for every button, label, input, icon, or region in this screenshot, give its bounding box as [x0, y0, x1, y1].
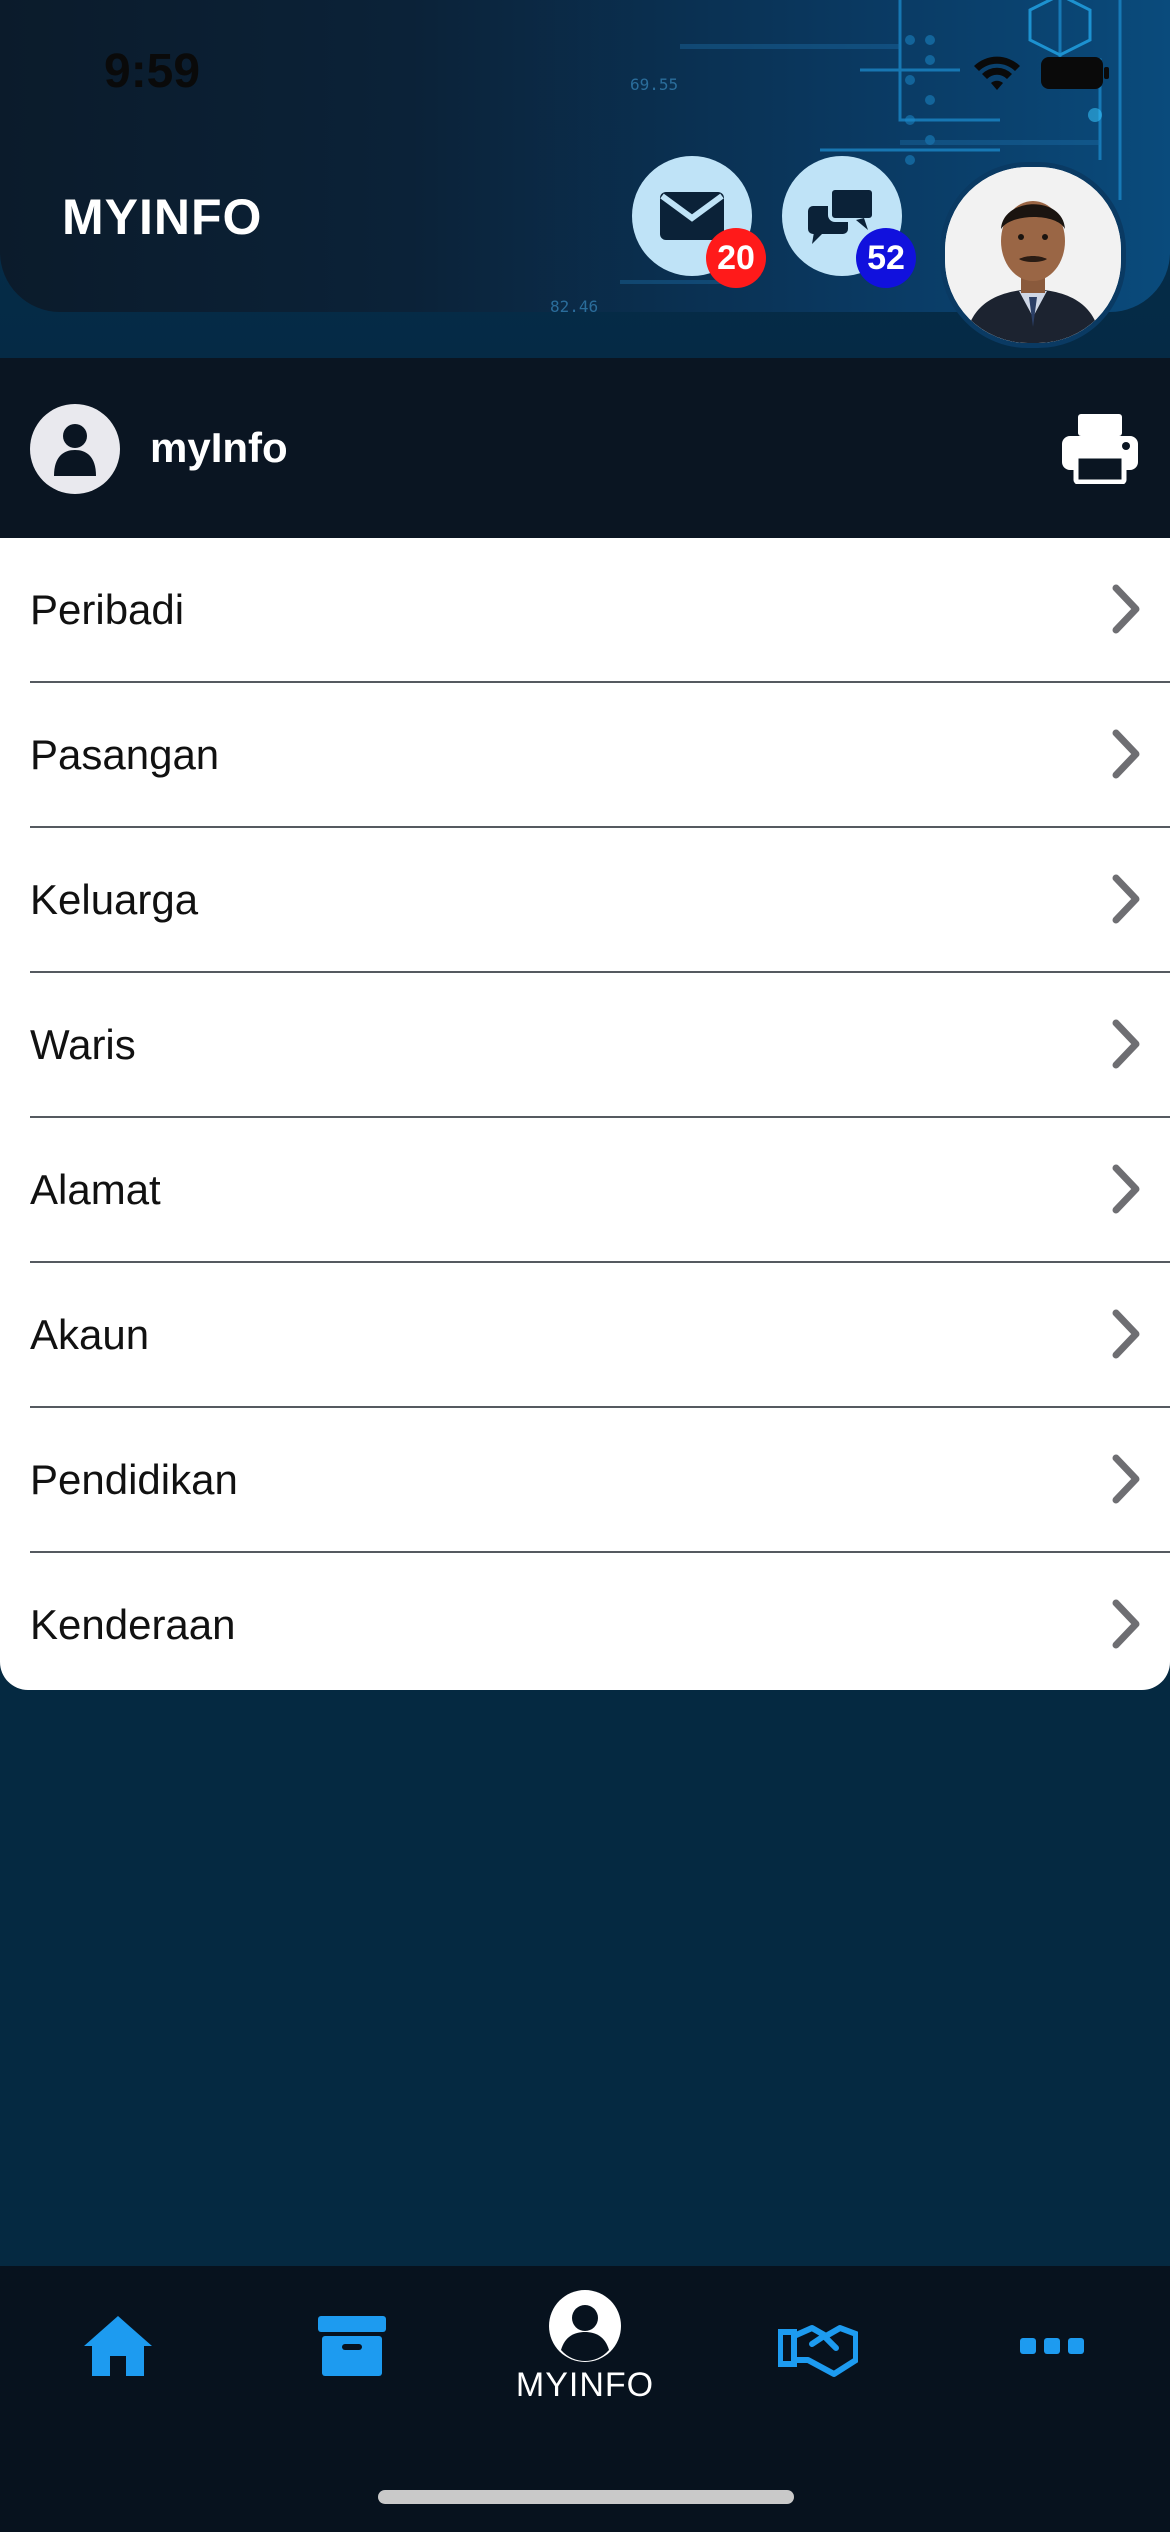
mail-icon: [660, 192, 724, 240]
svg-text:69.55: 69.55: [630, 75, 678, 94]
tab-home[interactable]: [38, 2266, 198, 2426]
tab-myinfo[interactable]: MYINFO: [505, 2266, 665, 2426]
menu-item-kenderaan[interactable]: Kenderaan: [30, 1553, 1170, 1696]
chevron-right-icon: [1112, 874, 1140, 924]
menu-item-label: Peribadi: [30, 586, 185, 633]
menu-item-peribadi[interactable]: Peribadi: [30, 538, 1170, 683]
more-icon: [1020, 2338, 1084, 2354]
chevron-right-icon: [1112, 729, 1140, 779]
home-indicator: [378, 2490, 794, 2504]
profile-photo: [945, 167, 1121, 343]
chevron-right-icon: [1112, 1454, 1140, 1504]
menu-item-akaun[interactable]: Akaun: [30, 1263, 1170, 1408]
section-header: myInfo: [0, 358, 1170, 538]
tab-more[interactable]: [972, 2266, 1132, 2426]
menu-item-keluarga[interactable]: Keluarga: [30, 828, 1170, 973]
svg-text:82.46: 82.46: [550, 297, 598, 312]
menu-item-pendidikan[interactable]: Pendidikan: [30, 1408, 1170, 1553]
chevron-right-icon: [1112, 1019, 1140, 1069]
handshake-icon: [778, 2325, 858, 2377]
mail-button[interactable]: 20: [632, 156, 766, 288]
tab-archive[interactable]: [272, 2266, 432, 2426]
tab-myinfo-label: MYINFO: [515, 2365, 655, 2404]
profile-avatar[interactable]: [940, 162, 1126, 348]
menu-item-label: Alamat: [30, 1166, 161, 1213]
user-circle-icon: [549, 2289, 621, 2362]
info-menu-list: Peribadi Pasangan Keluarga Waris Alamat …: [0, 538, 1170, 1690]
header: 69.55 82.46 9:59 MYINFO 20 52: [0, 0, 1170, 358]
page-title: MYINFO: [62, 189, 263, 245]
menu-item-label: Akaun: [30, 1311, 150, 1358]
printer-icon[interactable]: [1060, 412, 1140, 489]
status-icons: [972, 54, 1110, 92]
chat-button[interactable]: 52: [782, 156, 916, 288]
menu-item-label: Pendidikan: [30, 1456, 238, 1503]
chevron-right-icon: [1112, 584, 1140, 634]
menu-item-label: Kenderaan: [30, 1601, 236, 1648]
section-title: myInfo: [150, 424, 288, 471]
battery-icon: [1041, 57, 1109, 89]
chat-count-badge: 52: [856, 228, 916, 288]
user-avatar-icon: [30, 404, 120, 494]
status-time: 9:59: [104, 45, 201, 98]
chevron-right-icon: [1112, 1309, 1140, 1359]
menu-item-waris[interactable]: Waris: [30, 973, 1170, 1118]
menu-item-alamat[interactable]: Alamat: [30, 1118, 1170, 1263]
menu-item-label: Pasangan: [30, 731, 220, 778]
wifi-icon: [974, 56, 1020, 90]
menu-item-label: Keluarga: [30, 876, 199, 923]
chevron-right-icon: [1112, 1164, 1140, 1214]
menu-item-pasangan[interactable]: Pasangan: [30, 683, 1170, 828]
menu-item-label: Waris: [30, 1021, 136, 1068]
tab-handshake[interactable]: [738, 2266, 898, 2426]
mail-count-badge: 20: [706, 228, 766, 288]
chevron-right-icon: [1112, 1599, 1140, 1649]
archive-icon: [318, 2316, 386, 2376]
home-icon: [84, 2316, 152, 2376]
